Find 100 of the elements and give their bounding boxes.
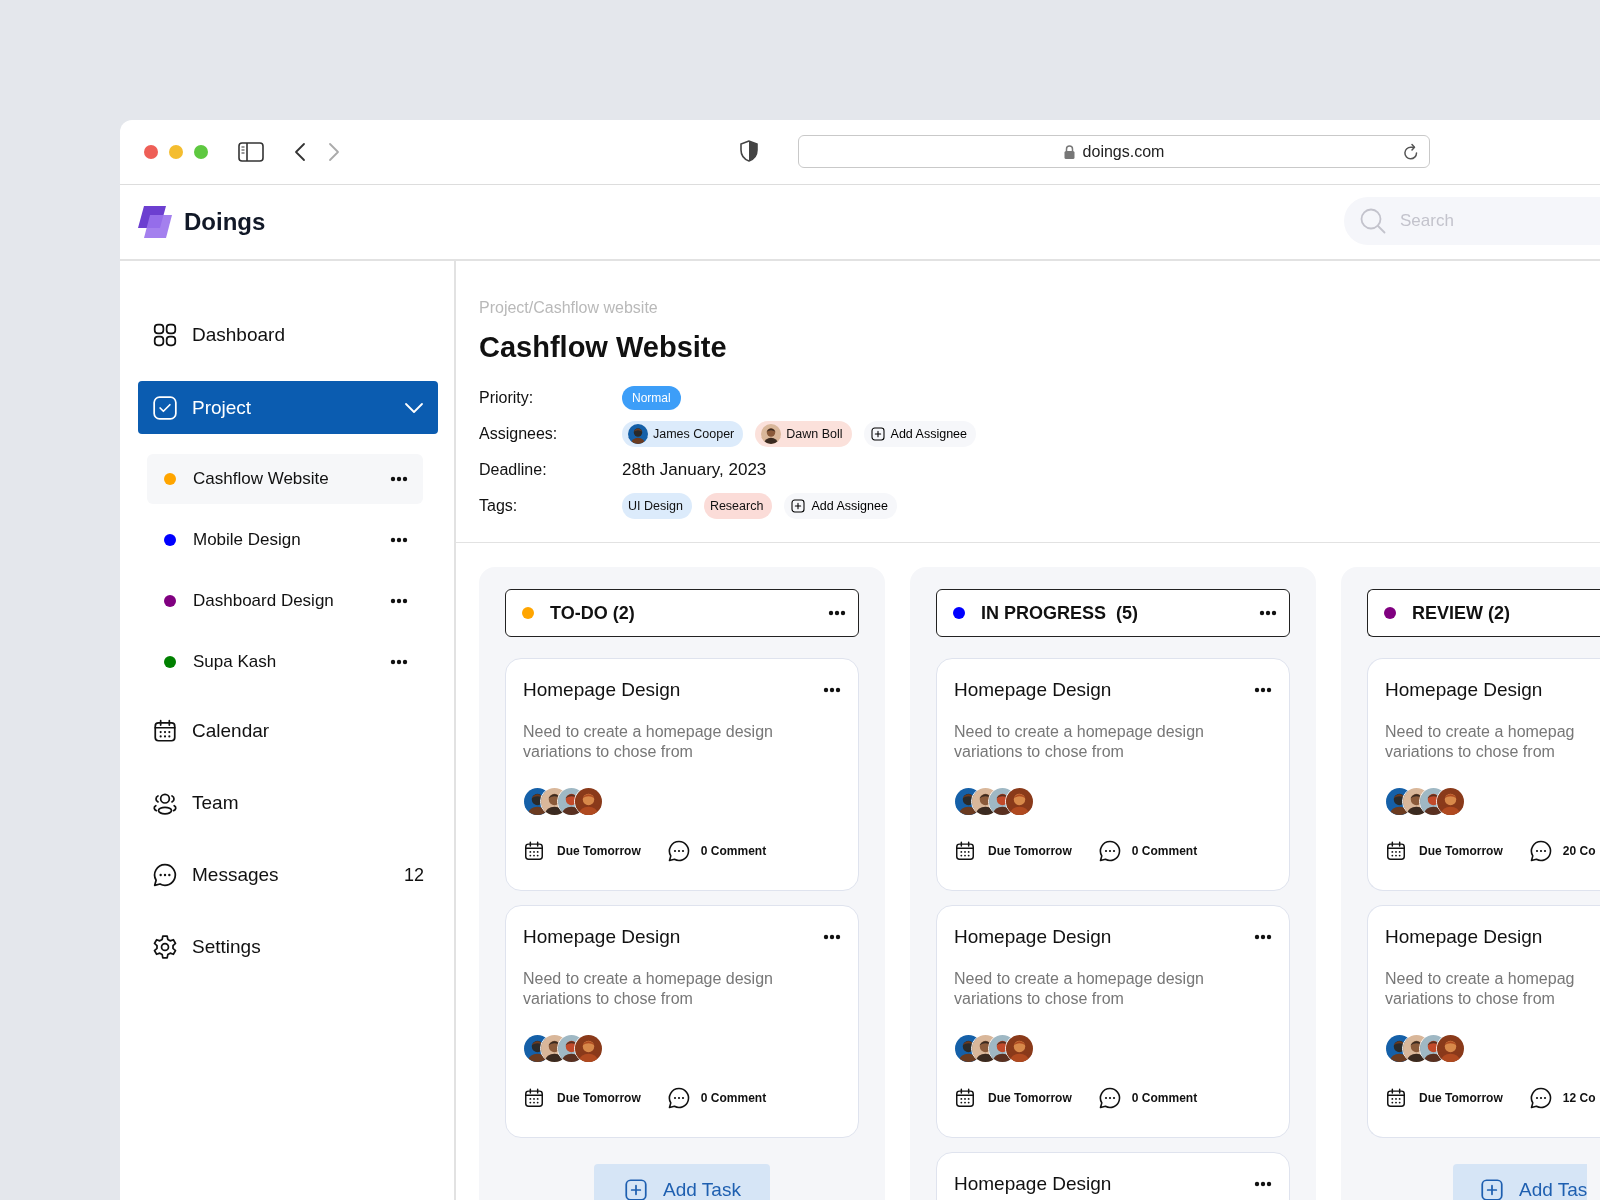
- plus-icon: [1479, 1177, 1505, 1200]
- shield-icon[interactable]: [740, 140, 758, 162]
- comment-count: 0 Comment: [700, 1091, 767, 1105]
- comment-count: 0 Comment: [1131, 1091, 1198, 1105]
- calendar-icon: [523, 840, 545, 862]
- column-title: TO-DO (2): [550, 602, 636, 624]
- task-card[interactable]: Homepage Design Need to create a homepag variations to chose from Due Tomorrow 12 Co: [1367, 905, 1600, 1138]
- card-description: Need to create a homepage design variations to chose from: [954, 969, 1205, 1009]
- app-name: Doings: [184, 208, 266, 236]
- breadcrumb: Project/Cashflow website: [479, 299, 659, 317]
- more-icon[interactable]: [823, 687, 841, 693]
- field-label: Deadline:: [479, 461, 548, 479]
- more-icon[interactable]: [390, 598, 408, 604]
- checkbox-icon: [152, 394, 178, 421]
- back-icon[interactable]: [294, 142, 306, 162]
- card-title: Homepage Design: [523, 679, 681, 701]
- url-text: doings.com: [1082, 142, 1165, 161]
- priority-badge: Normal: [622, 386, 681, 410]
- comment-count: 0 Comment: [700, 844, 767, 858]
- chat-bubble-icon: [1097, 839, 1122, 863]
- due-date: Due Tomorrow: [557, 844, 641, 858]
- task-card[interactable]: Homepage Design Need to create a homepage design variations to chose from Due Tomorrow 0 Comment: [936, 658, 1290, 891]
- card-description: Need to create a homepage design variations to chose from: [523, 969, 774, 1009]
- sublist-item[interactable]: Dashboard Design: [147, 576, 423, 626]
- logo-icon: [136, 204, 174, 240]
- chat-bubble-icon: [1097, 1086, 1122, 1110]
- calendar-icon: [954, 1087, 976, 1109]
- lock-icon: [1063, 144, 1075, 159]
- task-card[interactable]: Homepage Design Need to create a homepage design variations to chose from Due Tomorrow 0 Comment: [505, 905, 859, 1138]
- calendar-icon: [1385, 1087, 1407, 1109]
- task-card[interactable]: Homepage Design: [936, 1152, 1290, 1200]
- card-title: Homepage Design: [1385, 679, 1543, 701]
- more-icon[interactable]: [823, 934, 841, 940]
- add-task-button[interactable]: Add Task: [594, 1164, 770, 1200]
- nav-item[interactable]: Messages 12: [138, 849, 438, 901]
- more-icon[interactable]: [390, 659, 408, 665]
- due-date: Due Tomorrow: [1419, 844, 1503, 858]
- sidebar-toggle-icon[interactable]: [238, 142, 264, 162]
- more-icon[interactable]: [1254, 1181, 1272, 1187]
- tag[interactable]: UI Design: [622, 493, 692, 519]
- more-icon[interactable]: [828, 610, 846, 616]
- calendar-icon: [523, 1087, 545, 1109]
- task-card[interactable]: Homepage Design Need to create a homepage design variations to chose from Due Tomorrow 0 Comment: [505, 658, 859, 891]
- nav-item[interactable]: Project: [138, 381, 438, 434]
- card-title: Homepage Design: [954, 679, 1112, 701]
- sublist-item[interactable]: Mobile Design: [147, 515, 423, 565]
- nav-item[interactable]: Team: [138, 777, 438, 829]
- due-date: Due Tomorrow: [988, 844, 1072, 858]
- assignee-chip[interactable]: Dawn Boll: [755, 421, 852, 447]
- sublist-item[interactable]: Cashflow Website: [147, 454, 423, 504]
- card-title: Homepage Design: [954, 1173, 1112, 1195]
- card-description: Need to create a homepag variations to chose from: [1385, 722, 1576, 762]
- card-description: Need to create a homepag variations to chose from: [1385, 969, 1576, 1009]
- calendar-icon: [1385, 840, 1407, 862]
- address-bar[interactable]: doings.com: [798, 135, 1430, 168]
- comment-count: 12 Co: [1562, 1091, 1596, 1105]
- comment-count: 0 Comment: [1131, 844, 1198, 858]
- due-date: Due Tomorrow: [557, 1091, 641, 1105]
- more-icon[interactable]: [390, 476, 408, 482]
- task-card[interactable]: Homepage Design Need to create a homepag variations to chose from Due Tomorrow 20 Co: [1367, 658, 1600, 891]
- card-title: Homepage Design: [523, 926, 681, 948]
- column-title: REVIEW (2): [1412, 602, 1511, 624]
- card-description: Need to create a homepage design variations to chose from: [523, 722, 774, 762]
- plus-icon: [623, 1177, 650, 1200]
- field-label: Assignees:: [479, 425, 559, 443]
- task-card[interactable]: Homepage Design Need to create a homepage design variations to chose from Due Tomorrow 0 Comment: [936, 905, 1290, 1138]
- message-count: 12: [403, 864, 424, 886]
- card-title: Homepage Design: [954, 926, 1112, 948]
- more-icon[interactable]: [1254, 687, 1272, 693]
- add-button[interactable]: Add Assignee: [784, 493, 897, 519]
- sublist-item[interactable]: Supa Kash: [147, 637, 423, 687]
- chat-bubble-icon: [666, 1086, 691, 1110]
- grid-icon: [152, 322, 178, 348]
- plus-icon: [869, 426, 886, 442]
- chat-bubble-icon: [152, 862, 178, 888]
- reload-icon[interactable]: [1403, 143, 1419, 161]
- assignee-chip[interactable]: James Cooper: [622, 421, 744, 447]
- card-description: Need to create a homepage design variations to chose from: [954, 722, 1205, 762]
- tag[interactable]: Research: [703, 493, 773, 519]
- more-icon[interactable]: [390, 537, 408, 543]
- chat-bubble-icon: [666, 839, 691, 863]
- add-button[interactable]: Add Assignee: [863, 421, 977, 447]
- plus-icon: [790, 498, 807, 514]
- chat-bubble-icon: [1528, 1086, 1553, 1110]
- field-value: 28th January, 2023: [622, 460, 767, 480]
- nav-item[interactable]: Settings: [138, 921, 438, 973]
- nav-item[interactable]: Calendar: [138, 705, 438, 757]
- window-control[interactable]: [144, 145, 158, 159]
- add-task-button[interactable]: Add Tas: [1453, 1164, 1588, 1200]
- due-date: Due Tomorrow: [988, 1091, 1072, 1105]
- field-label: Tags:: [479, 497, 519, 515]
- settings-icon: [152, 934, 178, 960]
- card-title: Homepage Design: [1385, 926, 1543, 948]
- nav-item[interactable]: Dashboard: [138, 309, 438, 361]
- field-label: Priority:: [479, 389, 535, 407]
- comment-count: 20 Co: [1562, 844, 1596, 858]
- more-icon[interactable]: [1254, 934, 1272, 940]
- calendar-icon: [954, 840, 976, 862]
- more-icon[interactable]: [1259, 610, 1277, 616]
- chat-bubble-icon: [1528, 839, 1553, 863]
